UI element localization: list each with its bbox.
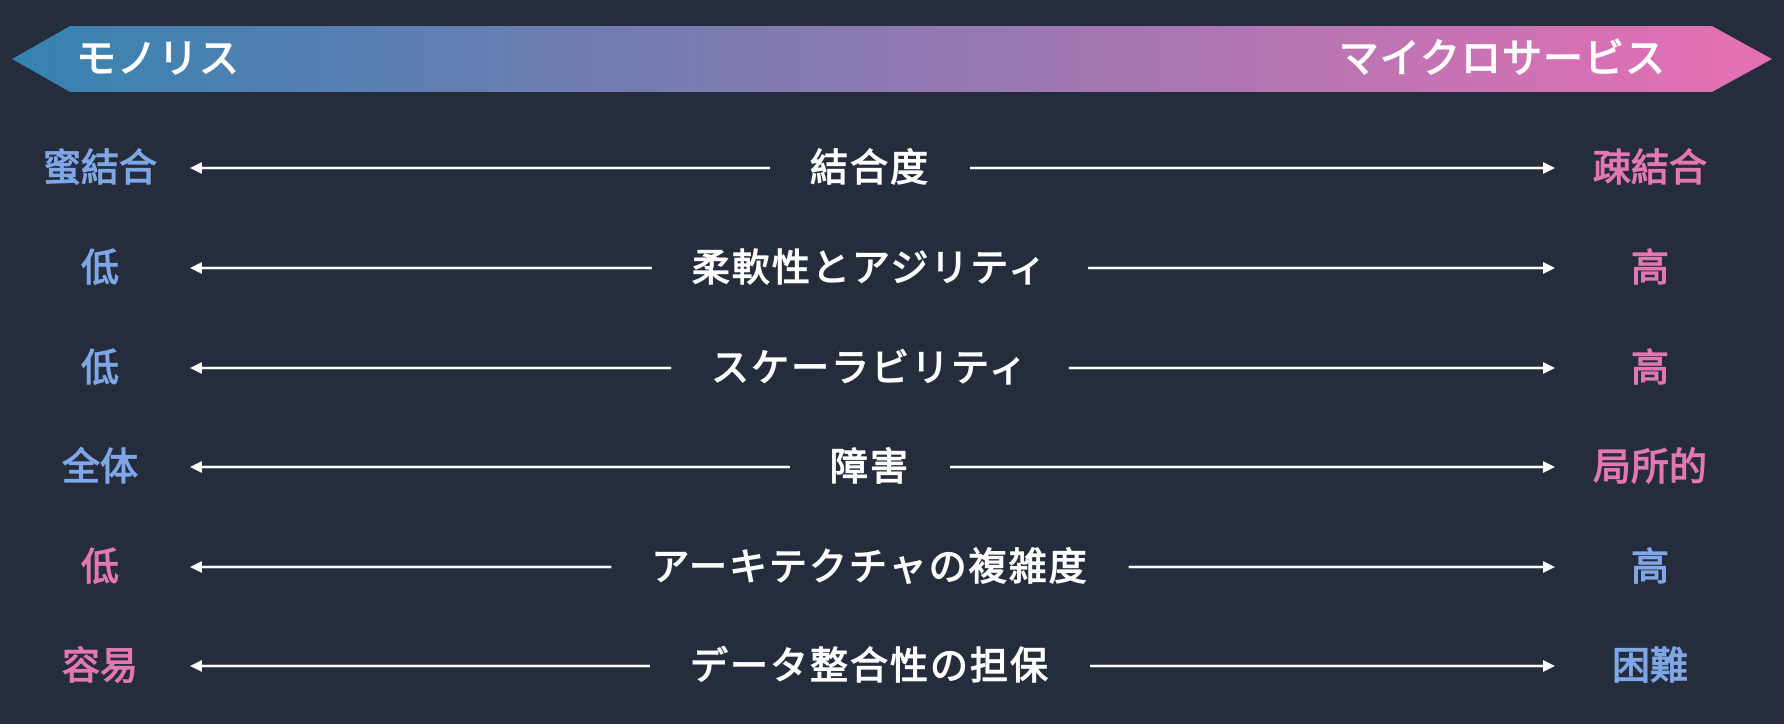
attribute-label: 結合度 bbox=[809, 146, 930, 190]
comparison-row: 蜜結合 結合度 疎結合 bbox=[0, 138, 1784, 198]
attribute-label: スケーラビリティ bbox=[711, 346, 1029, 390]
arrowhead-left-icon bbox=[190, 362, 202, 374]
spectrum-banner: モノリス マイクロサービス bbox=[12, 26, 1772, 92]
left-value: 低 bbox=[80, 346, 119, 390]
comparison-row: 容易 データ整合性の担保 困難 bbox=[0, 636, 1784, 696]
left-value: 全体 bbox=[61, 445, 138, 489]
arrowhead-right-icon bbox=[1543, 561, 1555, 573]
left-value: 低 bbox=[80, 545, 119, 589]
comparison-row: 低 柔軟性とアジリティ 高 bbox=[0, 238, 1784, 298]
right-value: 疎結合 bbox=[1592, 146, 1707, 190]
arrowhead-left-icon bbox=[190, 162, 202, 174]
comparison-row: 全体 障害 局所的 bbox=[0, 437, 1784, 497]
monolith-label: モノリス bbox=[76, 36, 240, 82]
arrowhead-left-icon bbox=[190, 262, 202, 274]
arrowhead-left-icon bbox=[190, 660, 202, 672]
left-value: 低 bbox=[80, 246, 119, 290]
comparison-row: 低 アーキテクチャの複雑度 高 bbox=[0, 537, 1784, 597]
arrowhead-right-icon bbox=[1543, 461, 1555, 473]
left-value: 容易 bbox=[61, 644, 138, 688]
arrowhead-right-icon bbox=[1543, 262, 1555, 274]
right-value: 困難 bbox=[1611, 644, 1688, 688]
right-value: 高 bbox=[1630, 246, 1669, 290]
microservices-label: マイクロサービス bbox=[1338, 36, 1666, 82]
diagram-canvas: モノリス マイクロサービス 蜜結合 結合度 疎結合低柔軟性とアジリティ高低スケーラビ… bbox=[0, 0, 1784, 724]
arrowhead-right-icon bbox=[1543, 660, 1555, 672]
attribute-label: 障害 bbox=[829, 445, 910, 489]
attribute-label: アーキテクチャの複雑度 bbox=[651, 545, 1089, 589]
arrowhead-left-icon bbox=[190, 561, 202, 573]
right-value: 局所的 bbox=[1592, 445, 1707, 489]
attribute-label: 柔軟性とアジリティ bbox=[691, 246, 1049, 290]
right-value: 高 bbox=[1630, 346, 1669, 390]
arrowhead-right-icon bbox=[1543, 362, 1555, 374]
arrowhead-right-icon bbox=[1543, 162, 1555, 174]
arrowhead-left-icon bbox=[190, 461, 202, 473]
attribute-label: データ整合性の担保 bbox=[689, 644, 1050, 688]
right-value: 高 bbox=[1630, 545, 1669, 589]
left-value: 蜜結合 bbox=[42, 146, 157, 190]
comparison-row: 低 スケーラビリティ 高 bbox=[0, 338, 1784, 398]
